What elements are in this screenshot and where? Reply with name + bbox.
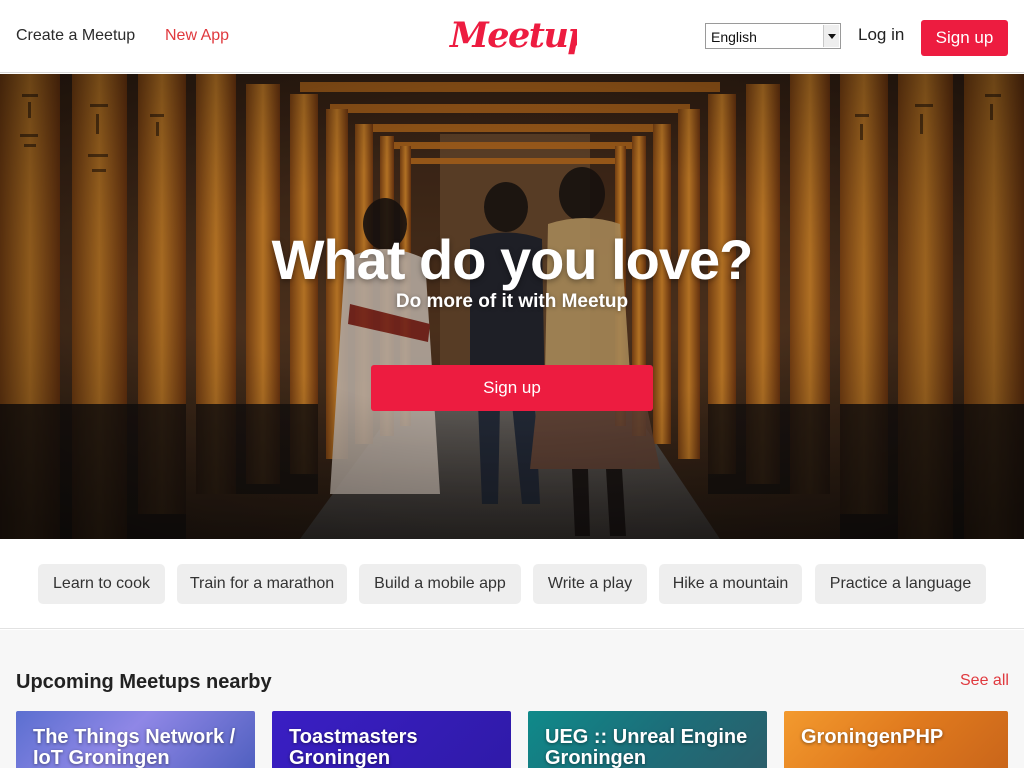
new-app-link[interactable]: New App bbox=[165, 27, 229, 45]
meetup-card-ueg-unreal-engine[interactable]: UEG :: Unreal Engine Groningen bbox=[528, 711, 767, 768]
category-pill-practice-a-language[interactable]: Practice a language bbox=[815, 564, 986, 604]
category-pill-write-a-play[interactable]: Write a play bbox=[533, 564, 647, 604]
hero-title: What do you love? bbox=[271, 228, 754, 291]
meetup-card-title: UEG :: Unreal Engine Groningen bbox=[545, 726, 748, 768]
top-navigation-bar: Create a Meetup New App Meetup English L… bbox=[0, 0, 1024, 73]
category-pill-hike-a-mountain[interactable]: Hike a mountain bbox=[659, 564, 802, 604]
hero-signup-button[interactable]: Sign up bbox=[371, 365, 653, 411]
see-all-link[interactable]: See all bbox=[960, 672, 1009, 690]
create-meetup-link[interactable]: Create a Meetup bbox=[16, 27, 135, 45]
language-select-value: English bbox=[711, 29, 757, 45]
meetup-card-title: GroningenPHP bbox=[801, 726, 944, 748]
meetup-card-title: The Things Network / IoT Groningen bbox=[33, 726, 236, 768]
meetup-card-toastmasters[interactable]: Toastmasters Groningen bbox=[272, 711, 511, 768]
svg-text:Meetup: Meetup bbox=[449, 15, 577, 56]
meetup-card-the-things-network[interactable]: The Things Network / IoT Groningen bbox=[16, 711, 255, 768]
category-pill-build-a-mobile-app[interactable]: Build a mobile app bbox=[359, 564, 521, 604]
category-suggestions: Learn to cook Train for a marathon Build… bbox=[0, 539, 1024, 629]
header-signup-button[interactable]: Sign up bbox=[921, 20, 1008, 56]
hero-subtitle: Do more of it with Meetup bbox=[395, 291, 629, 312]
meetup-card-title: Toastmasters Groningen bbox=[289, 726, 418, 768]
hero-banner: What do you love? Do more of it with Mee… bbox=[0, 74, 1024, 539]
meetup-card-groningenphp[interactable]: GroningenPHP bbox=[784, 711, 1008, 768]
section-title: Upcoming Meetups nearby bbox=[16, 671, 272, 693]
dropdown-arrow-icon bbox=[823, 25, 839, 47]
meetup-logo[interactable]: Meetup bbox=[447, 10, 577, 66]
login-link[interactable]: Log in bbox=[858, 25, 904, 45]
category-pill-learn-to-cook[interactable]: Learn to cook bbox=[38, 564, 165, 604]
upcoming-meetups-section: Upcoming Meetups nearby See all The Thin… bbox=[0, 630, 1024, 768]
category-pill-train-for-a-marathon[interactable]: Train for a marathon bbox=[177, 564, 347, 604]
language-select[interactable]: English bbox=[705, 23, 841, 49]
